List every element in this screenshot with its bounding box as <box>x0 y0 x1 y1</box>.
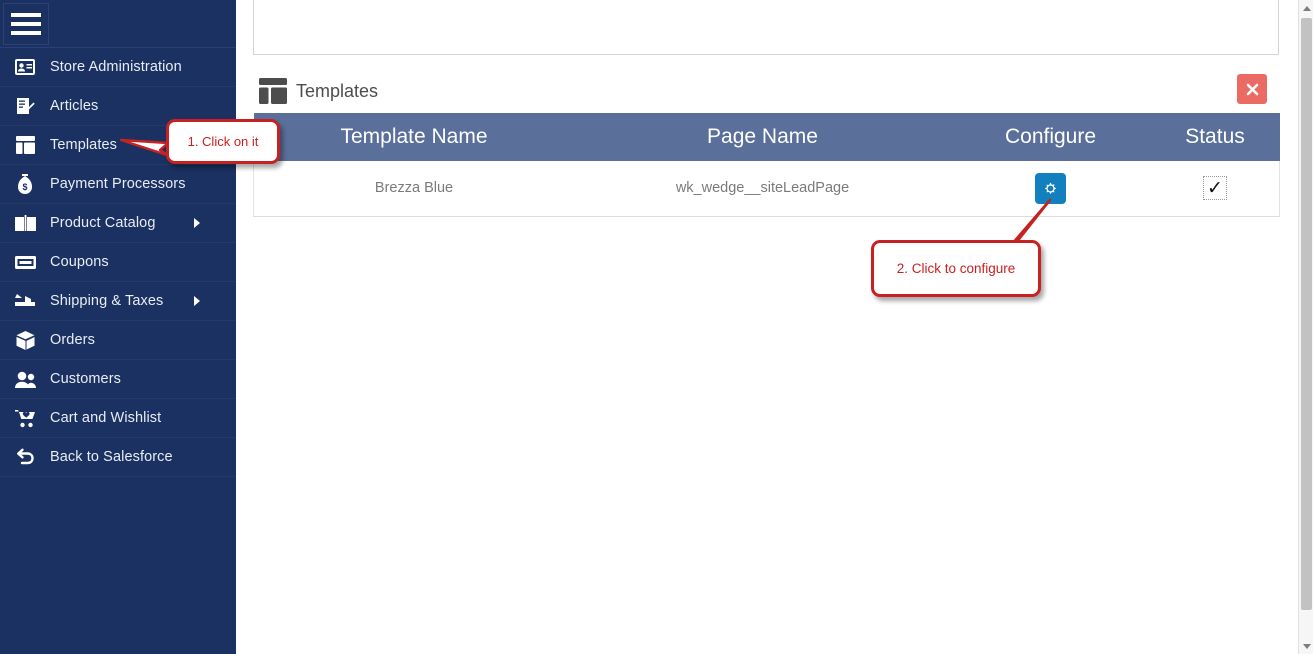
table-body: Brezza Blue wk_wedge__siteLeadPage ✓ <box>253 161 1280 217</box>
table-header-row: Template Name Page Name Configure Status <box>253 113 1280 161</box>
callout-text: 1. Click on it <box>187 134 259 149</box>
callout-step-1: 1. Click on it <box>166 119 280 164</box>
money-bag-icon: $ <box>0 174 50 194</box>
sidebar-item-label: Articles <box>50 98 99 114</box>
box-icon <box>0 330 50 350</box>
sidebar-item-label: Orders <box>50 332 95 348</box>
article-edit-icon <box>0 97 50 116</box>
sidebar-item-label: Back to Salesforce <box>50 449 173 465</box>
sidebar-item-label: Store Administration <box>50 59 182 75</box>
sidebar-header <box>0 0 236 48</box>
hamburger-bar <box>11 30 41 35</box>
hamburger-bar <box>11 12 41 17</box>
sidebar-item-payment-processors[interactable]: $ Payment Processors <box>0 165 236 204</box>
chevron-down-icon <box>1302 643 1311 649</box>
sidebar-item-label: Customers <box>50 371 121 387</box>
templates-panel: Templates Template Name Page Name Config… <box>253 69 1280 217</box>
vertical-scrollbar[interactable] <box>1298 0 1313 654</box>
sidebar-item-back-to-salesforce[interactable]: Back to Salesforce <box>0 438 236 477</box>
gear-icon <box>1042 180 1059 197</box>
table-row: Brezza Blue wk_wedge__siteLeadPage ✓ <box>253 161 1280 217</box>
cell-status: ✓ <box>1150 161 1280 217</box>
chevron-right-icon <box>194 296 200 306</box>
sidebar-item-product-catalog[interactable]: Product Catalog <box>0 204 236 243</box>
undo-arrow-icon <box>0 448 50 467</box>
callout-text: 2. Click to configure <box>896 261 1016 276</box>
sidebar-item-label: Coupons <box>50 254 109 270</box>
top-empty-panel <box>253 0 1279 55</box>
sidebar-item-shipping-and-taxes[interactable]: Shipping & Taxes <box>0 282 236 321</box>
sidebar-item-coupons[interactable]: Coupons <box>0 243 236 282</box>
id-card-icon <box>0 59 50 75</box>
book-icon <box>0 214 50 232</box>
chevron-up-icon <box>1302 5 1311 11</box>
sidebar-item-label: Templates <box>50 137 117 153</box>
sidebar: Store Administration Articles Templates … <box>0 0 236 654</box>
scroll-down-button[interactable] <box>1299 638 1313 654</box>
panel-header: Templates <box>253 69 1279 113</box>
menu-toggle-button[interactable] <box>3 2 49 45</box>
sidebar-item-label: Cart and Wishlist <box>50 410 162 426</box>
templates-table: Template Name Page Name Configure Status… <box>253 113 1280 217</box>
app-root: Store Administration Articles Templates … <box>0 0 1313 654</box>
ticket-icon <box>0 255 50 269</box>
hamburger-bar <box>11 21 41 26</box>
layout-icon <box>259 78 296 104</box>
scrollbar-thumb[interactable] <box>1301 18 1312 610</box>
column-header-template-name[interactable]: Template Name <box>253 113 575 161</box>
users-icon <box>0 371 50 388</box>
layout-icon <box>0 136 50 154</box>
cell-template-name: Brezza Blue <box>253 161 575 217</box>
truck-icon <box>0 293 50 309</box>
main-content: Templates Template Name Page Name Config… <box>236 0 1298 654</box>
column-header-page-name[interactable]: Page Name <box>574 113 951 161</box>
sidebar-item-cart-and-wishlist[interactable]: Cart and Wishlist <box>0 399 236 438</box>
configure-gear-button[interactable] <box>1035 172 1066 204</box>
close-panel-button[interactable] <box>1237 74 1267 104</box>
column-header-configure[interactable]: Configure <box>950 113 1151 161</box>
svg-text:$: $ <box>22 182 27 192</box>
column-header-status[interactable]: Status <box>1150 113 1280 161</box>
cell-configure <box>950 161 1151 217</box>
panel-title: Templates <box>296 80 379 101</box>
sidebar-item-label: Shipping & Taxes <box>50 293 164 309</box>
scroll-up-button[interactable] <box>1299 0 1313 16</box>
chevron-right-icon <box>194 218 200 228</box>
status-checkmark[interactable]: ✓ <box>1203 176 1227 201</box>
sidebar-item-label: Product Catalog <box>50 215 156 231</box>
callout-step-2: 2. Click to configure <box>871 240 1041 297</box>
cart-heart-icon <box>0 409 50 428</box>
cell-page-name: wk_wedge__siteLeadPage <box>574 161 951 217</box>
close-icon <box>1245 82 1260 97</box>
sidebar-item-customers[interactable]: Customers <box>0 360 236 399</box>
table-header: Template Name Page Name Configure Status <box>253 113 1280 161</box>
sidebar-item-orders[interactable]: Orders <box>0 321 236 360</box>
sidebar-item-store-administration[interactable]: Store Administration <box>0 48 236 87</box>
sidebar-item-label: Payment Processors <box>50 176 186 192</box>
